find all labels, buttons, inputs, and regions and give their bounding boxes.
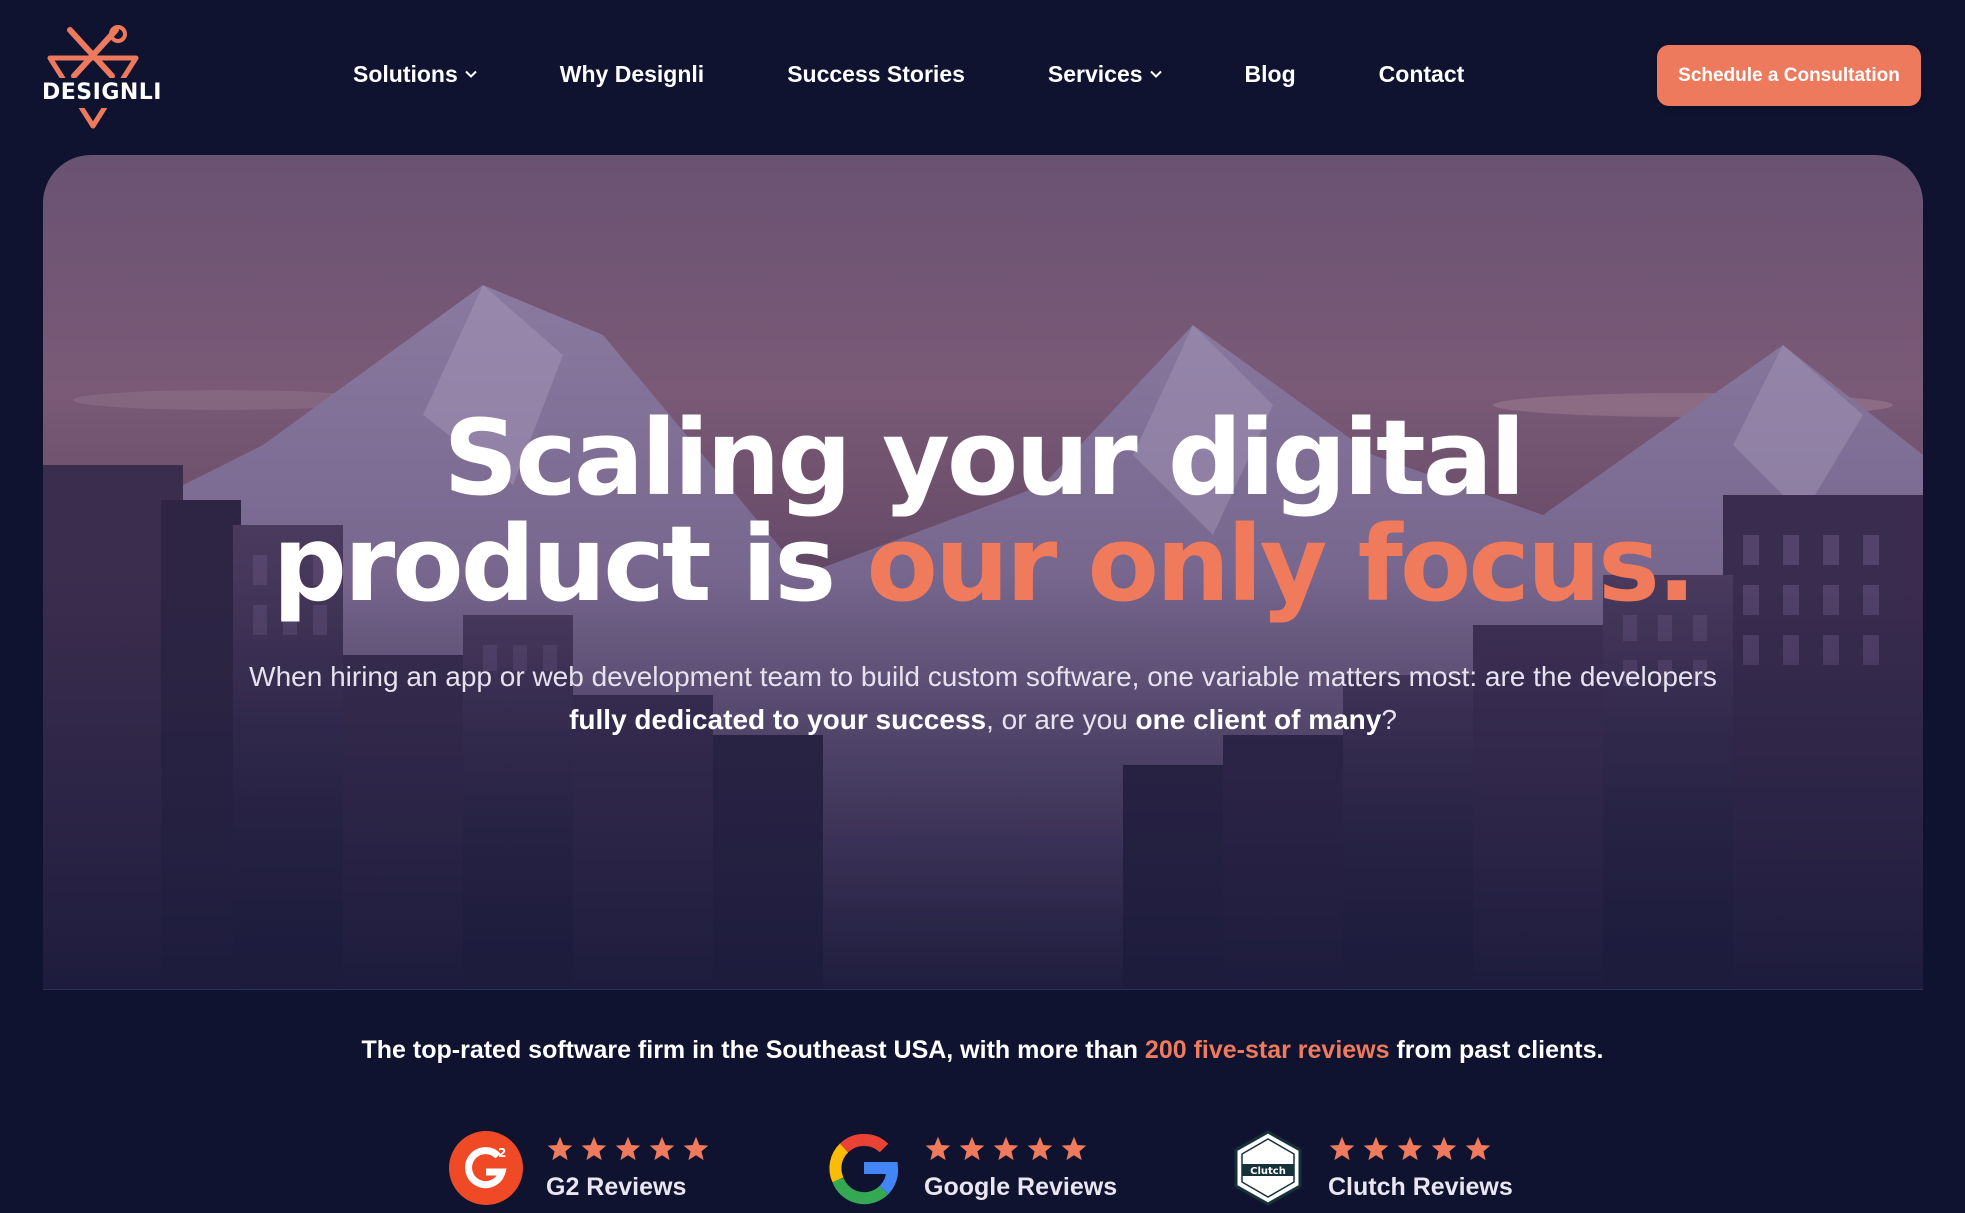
logo-mark-icon: [47, 25, 139, 129]
star-icon: [1329, 1136, 1355, 1160]
star-icon: [925, 1136, 951, 1160]
svg-text:2: 2: [498, 1146, 506, 1160]
star-icon: [1465, 1136, 1491, 1160]
hero-subtitle-bold2: one client of many: [1135, 704, 1382, 735]
hero-subtitle-part1: When hiring an app or web development te…: [249, 661, 1717, 692]
section-divider: [43, 989, 1923, 990]
chevron-down-icon: [465, 70, 477, 78]
clutch-badge-icon: Clutch: [1234, 1130, 1302, 1206]
nav-blog-label: Blog: [1244, 60, 1296, 87]
reviews-tagline-part1: The top-rated software firm in the South…: [361, 1036, 1145, 1064]
hero-title-line1: Scaling your digital: [443, 397, 1525, 519]
g2-logo-icon: 2: [449, 1131, 523, 1205]
star-icon: [1061, 1136, 1087, 1160]
nav-success-stories[interactable]: Success Stories: [787, 61, 965, 88]
star-icon: [1397, 1136, 1423, 1160]
page: DESIGNLI Solutions Why Designli Success …: [0, 0, 1965, 1213]
g2-reviews-label: G2 Reviews: [546, 1172, 687, 1201]
nav-why-designli-label: Why Designli: [559, 60, 705, 87]
nav-contact-label: Contact: [1378, 60, 1465, 87]
star-icon: [547, 1136, 573, 1160]
nav-blog[interactable]: Blog: [1245, 61, 1296, 88]
schedule-consultation-button[interactable]: Schedule a Consultation: [1657, 45, 1921, 106]
star-icon: [1363, 1136, 1389, 1160]
reviews-tagline-part2: from past clients.: [1389, 1036, 1604, 1064]
google-logo-icon: [829, 1134, 899, 1205]
nav-why-designli[interactable]: Why Designli: [560, 61, 704, 88]
clutch-reviews-item[interactable]: Clutch Clutch Reviews: [1230, 1128, 1513, 1208]
logo-wordmark: DESIGNLI: [42, 80, 162, 105]
clutch-badge-text: Clutch: [1250, 1166, 1286, 1177]
star-icon: [683, 1136, 709, 1160]
clutch-reviews-label: Clutch Reviews: [1328, 1172, 1513, 1201]
hero-subtitle-bold1: fully dedicated to your success: [569, 704, 987, 735]
clutch-star-rating: [1328, 1135, 1513, 1163]
hero-subtitle: When hiring an app or web development te…: [223, 655, 1743, 741]
nav-success-stories-label: Success Stories: [787, 60, 965, 87]
main-nav: Solutions Why Designli Success Stories S…: [353, 56, 1464, 92]
google-star-rating: [924, 1135, 1117, 1163]
hero-title: Scaling your digital product is our only…: [43, 405, 1923, 617]
designli-logo[interactable]: DESIGNLI: [38, 24, 162, 130]
g2-reviews-item[interactable]: 2 G2 Reviews: [448, 1128, 710, 1208]
google-reviews-label: Google Reviews: [924, 1172, 1118, 1201]
chevron-down-icon: [1149, 70, 1162, 78]
nav-solutions-label: Solutions: [353, 60, 458, 87]
star-icon: [615, 1136, 641, 1160]
nav-solutions[interactable]: Solutions: [353, 61, 477, 88]
star-icon: [1431, 1136, 1457, 1160]
google-reviews-item[interactable]: Google Reviews: [826, 1128, 1117, 1208]
five-star-reviews-link[interactable]: 200 five-star reviews: [1145, 1036, 1390, 1064]
star-icon: [959, 1136, 985, 1160]
nav-services-label: Services: [1047, 60, 1143, 87]
reviews-tagline: The top-rated software firm in the South…: [0, 1036, 1965, 1065]
nav-contact[interactable]: Contact: [1379, 61, 1465, 88]
g2-star-rating: [546, 1135, 710, 1163]
star-icon: [1027, 1136, 1053, 1160]
hero-subtitle-part3: ?: [1381, 704, 1397, 735]
hero-section: Scaling your digital product is our only…: [43, 155, 1923, 990]
nav-services[interactable]: Services: [1048, 61, 1162, 88]
hero-subtitle-part2: , or are you: [986, 704, 1136, 735]
star-icon: [993, 1136, 1019, 1160]
star-icon: [649, 1136, 675, 1160]
star-icon: [581, 1136, 607, 1160]
hero-title-line2-prefix: product is: [272, 503, 867, 625]
hero-title-accent: our only focus.: [866, 503, 1697, 625]
